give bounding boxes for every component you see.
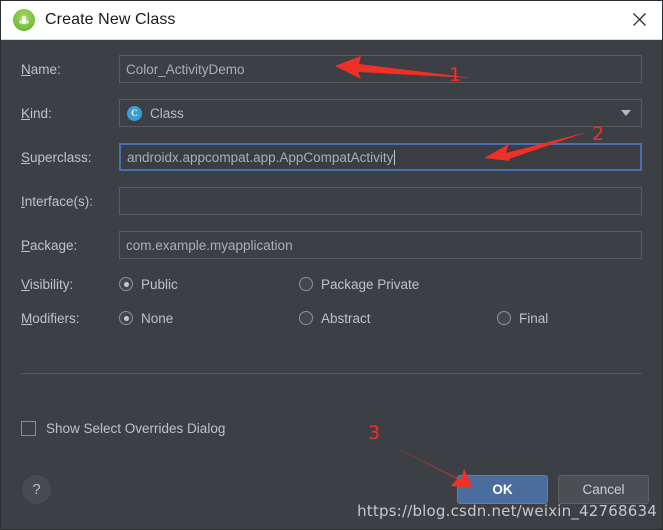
window-title: Create New Class bbox=[45, 11, 176, 28]
radio-modifier-abstract-label: Abstract bbox=[321, 310, 371, 326]
radio-modifier-none-label: None bbox=[141, 310, 174, 326]
kind-selected-value: Class bbox=[150, 105, 184, 121]
radio-indicator bbox=[497, 311, 511, 325]
radio-indicator bbox=[119, 277, 133, 291]
create-new-class-dialog: Create New Class Name: Color_ActivityDem… bbox=[0, 0, 663, 530]
android-studio-icon bbox=[13, 9, 35, 31]
visibility-label: Visibility: bbox=[21, 276, 74, 292]
form-row-modifiers: Modifiers: None Abstract Final bbox=[1, 306, 662, 330]
checkbox-indicator bbox=[21, 421, 36, 436]
radio-visibility-public[interactable]: Public bbox=[119, 277, 178, 292]
package-label: Package: bbox=[21, 237, 78, 253]
package-field-value: com.example.myapplication bbox=[126, 237, 293, 253]
superclass-field[interactable]: androidx.appcompat.app.AppCompatActivity bbox=[119, 143, 642, 171]
form-row-visibility: Visibility: Public Package Private bbox=[1, 272, 662, 296]
name-label: Name: bbox=[21, 61, 61, 77]
dialog-content: Name: Color_ActivityDemo Kind: C Class S… bbox=[1, 40, 662, 529]
watermark-url: https://blog.csdn.net/weixin_42768634 bbox=[357, 502, 657, 520]
superclass-field-value: androidx.appcompat.app.AppCompatActivity bbox=[127, 149, 394, 165]
form-row-package: Package: com.example.myapplication bbox=[1, 231, 662, 259]
package-field[interactable]: com.example.myapplication bbox=[119, 231, 642, 259]
interfaces-field[interactable] bbox=[119, 187, 642, 215]
name-field[interactable]: Color_ActivityDemo bbox=[119, 55, 642, 83]
show-overrides-checkbox[interactable]: Show Select Overrides Dialog bbox=[21, 421, 225, 436]
form-row-superclass: Superclass: androidx.appcompat.app.AppCo… bbox=[1, 143, 662, 171]
form-row-kind: Kind: C Class bbox=[1, 99, 662, 127]
ok-button[interactable]: OK bbox=[457, 475, 548, 504]
section-divider bbox=[21, 373, 642, 374]
superclass-label: Superclass: bbox=[21, 149, 92, 165]
kind-label: Kind: bbox=[21, 105, 52, 121]
radio-indicator bbox=[299, 311, 313, 325]
annotation-number-3: 3 bbox=[368, 422, 381, 444]
interfaces-label: Interface(s): bbox=[21, 193, 94, 209]
radio-visibility-package-private-label: Package Private bbox=[321, 276, 420, 292]
name-field-value: Color_ActivityDemo bbox=[126, 61, 245, 77]
radio-indicator bbox=[299, 277, 313, 291]
modifiers-label: Modifiers: bbox=[21, 310, 80, 326]
help-button[interactable]: ? bbox=[22, 475, 51, 504]
radio-modifier-none[interactable]: None bbox=[119, 311, 173, 326]
cancel-button[interactable]: Cancel bbox=[558, 475, 649, 504]
chevron-down-icon bbox=[621, 110, 631, 116]
annotation-number-2: 2 bbox=[592, 123, 605, 145]
radio-visibility-package-private[interactable]: Package Private bbox=[299, 277, 419, 292]
radio-indicator bbox=[119, 311, 133, 325]
radio-modifier-final-label: Final bbox=[519, 310, 549, 326]
radio-modifier-abstract[interactable]: Abstract bbox=[299, 311, 371, 326]
radio-modifier-final[interactable]: Final bbox=[497, 311, 548, 326]
title-bar: Create New Class bbox=[1, 1, 662, 40]
form-row-interfaces: Interface(s): bbox=[1, 187, 662, 215]
text-caret bbox=[394, 149, 396, 165]
kind-dropdown[interactable]: C Class bbox=[119, 99, 642, 127]
class-kind-icon: C bbox=[127, 105, 142, 121]
close-icon[interactable] bbox=[616, 1, 662, 38]
annotation-number-1: 1 bbox=[449, 64, 462, 86]
show-overrides-label: Show Select Overrides Dialog bbox=[46, 421, 226, 436]
form-row-name: Name: Color_ActivityDemo bbox=[1, 55, 662, 83]
radio-visibility-public-label: Public bbox=[141, 276, 178, 292]
